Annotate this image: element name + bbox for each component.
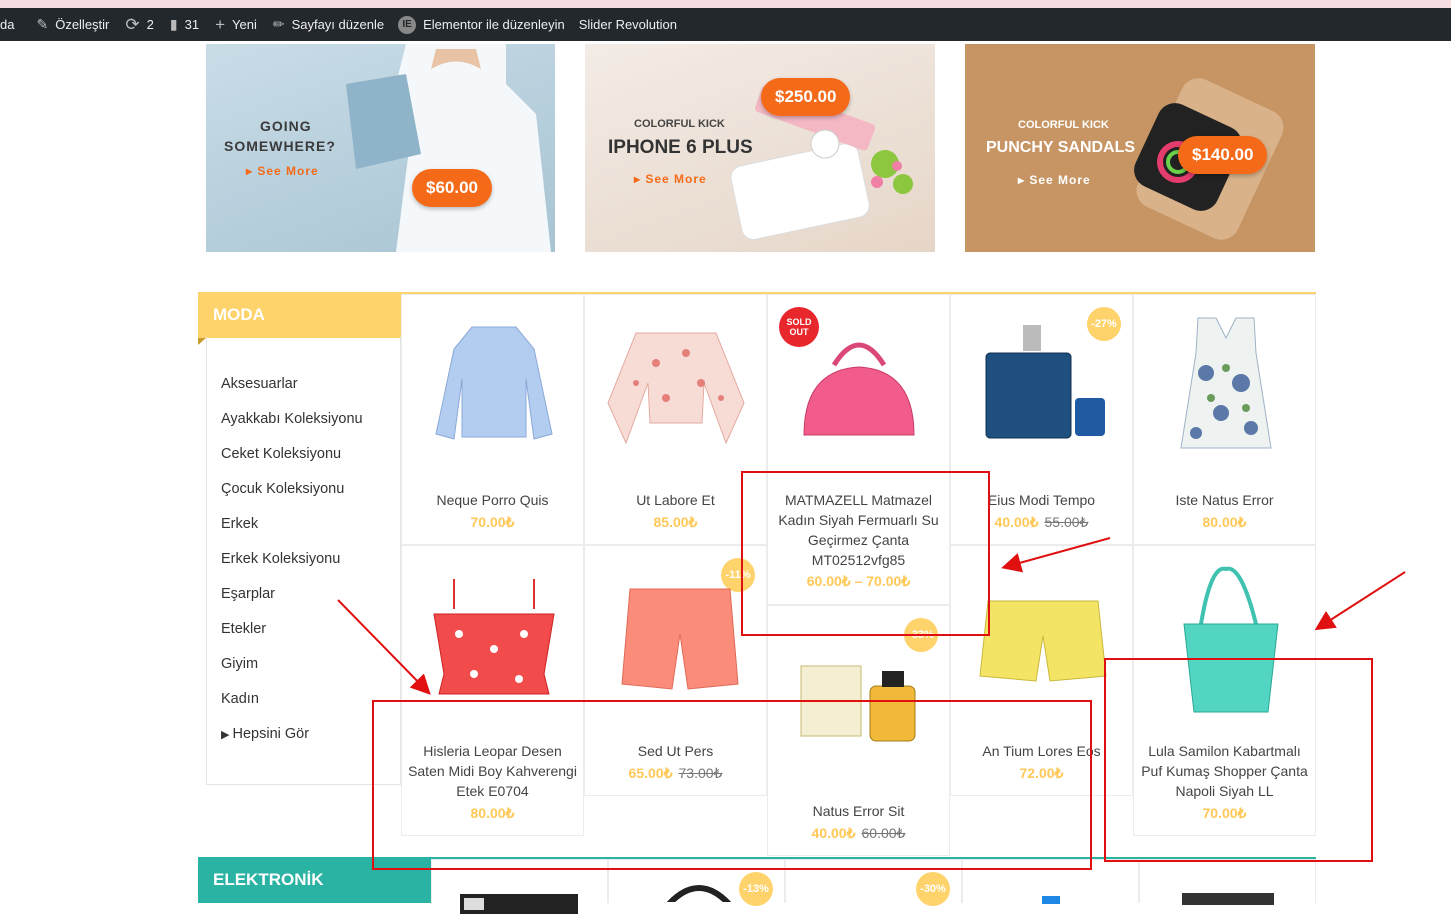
- annotation-arrows: [337, 537, 1406, 695]
